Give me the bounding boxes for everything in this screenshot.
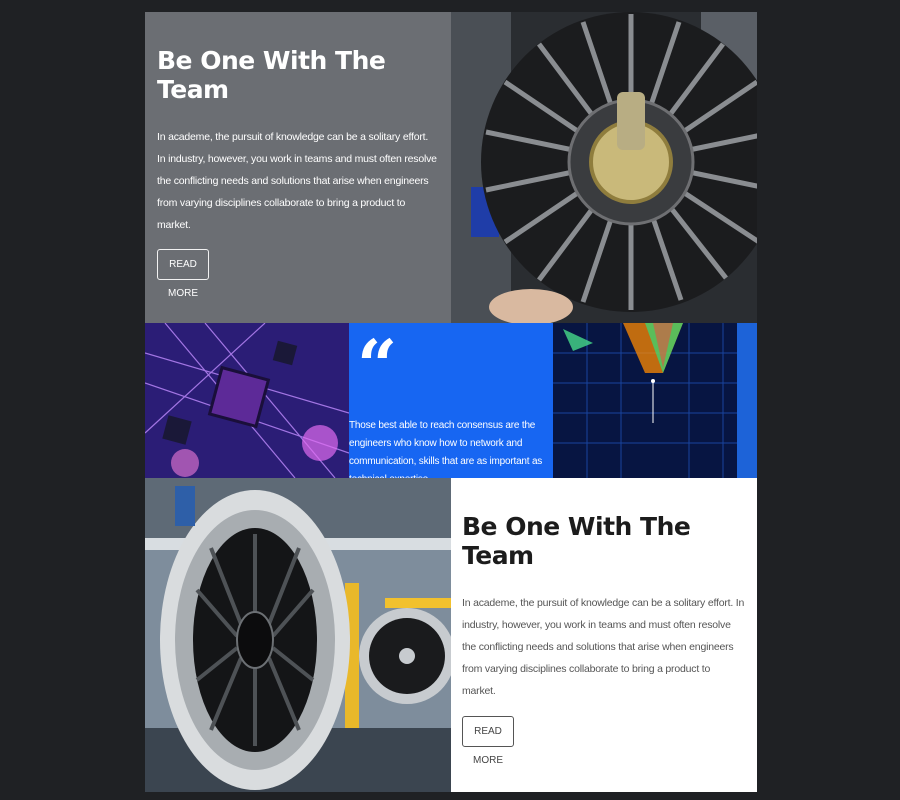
turbine-image [451,12,757,323]
circuit-illustration [145,323,349,478]
team-card-bottom-body: In academe, the pursuit of knowledge can… [462,597,745,697]
hologram-illustration [553,323,757,478]
team-card-bottom: Be One With The Team In academe, the pur… [451,478,757,792]
quote-text: Those best able to reach consensus are t… [349,420,543,478]
team-card-top-body: In academe, the pursuit of knowledge can… [157,131,437,231]
content-grid: Be One With The Team In academe, the pur… [145,12,757,792]
quote-card: “ Those best able to reach consensus are… [349,323,553,478]
team-card-top-title: Be One With The Team [157,46,386,104]
team-card-top: Be One With The Team In academe, the pur… [145,12,451,323]
jet-engine-illustration [145,478,451,792]
quote-icon: “ [357,324,398,407]
team-card-bottom-title: Be One With The Team [462,512,691,570]
read-more-button[interactable]: READ MORE [157,249,209,299]
turbine-illustration [451,12,757,323]
hologram-image [553,323,757,478]
jet-engine-image [145,478,451,792]
circuit-board-image [145,323,349,478]
read-more-button[interactable]: READ MORE [462,716,514,766]
